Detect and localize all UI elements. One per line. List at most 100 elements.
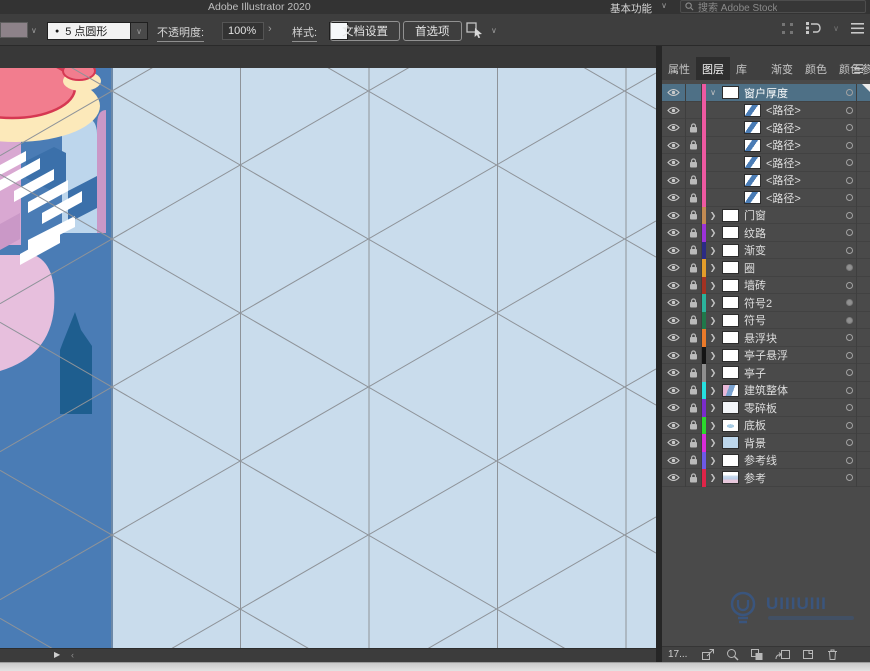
layer-row[interactable]: <路径> — [662, 172, 870, 190]
visibility-toggle[interactable] — [662, 382, 686, 400]
target-circle[interactable] — [846, 439, 853, 446]
layer-thumbnail[interactable] — [722, 209, 739, 222]
lock-toggle[interactable] — [686, 224, 702, 242]
layer-name[interactable]: 门窗 — [744, 207, 766, 223]
layer-thumbnail[interactable] — [722, 401, 739, 414]
visibility-toggle[interactable] — [662, 172, 686, 190]
expand-chevron[interactable]: ❯ — [706, 368, 720, 377]
brush-select-chevron[interactable]: ∨ — [131, 22, 148, 40]
preferences-button[interactable]: 首选项 — [403, 21, 462, 41]
layer-row[interactable]: ❯ 底板 — [662, 417, 870, 435]
layer-name[interactable]: 悬浮块 — [744, 330, 777, 346]
layer-name[interactable]: 亭子 — [744, 365, 766, 381]
lock-toggle[interactable] — [686, 84, 702, 102]
visibility-toggle[interactable] — [662, 294, 686, 312]
layer-name[interactable]: 窗户厚度 — [744, 85, 788, 101]
document-layout-icon[interactable] — [805, 22, 821, 34]
stock-search-field[interactable]: 搜索 Adobe Stock — [680, 0, 866, 13]
target-circle[interactable] — [846, 317, 853, 324]
layer-row[interactable]: ❯ 建筑整体 — [662, 382, 870, 400]
document-setup-button[interactable]: 文档设置 — [330, 21, 400, 41]
new-sublayer-icon[interactable] — [775, 648, 790, 661]
layer-thumbnail[interactable] — [722, 384, 739, 397]
lock-toggle[interactable] — [686, 102, 702, 120]
layer-name[interactable]: 符号 — [744, 312, 766, 328]
target-circle[interactable] — [846, 369, 853, 376]
layer-name[interactable]: <路径> — [766, 102, 801, 118]
opacity-label[interactable]: 不透明度: — [157, 24, 204, 42]
lock-toggle[interactable] — [686, 294, 702, 312]
layer-thumbnail[interactable] — [744, 191, 761, 204]
visibility-toggle[interactable] — [662, 312, 686, 330]
visibility-toggle[interactable] — [662, 207, 686, 225]
tab-properties[interactable]: 属性 — [662, 57, 696, 80]
layer-thumbnail[interactable] — [722, 261, 739, 274]
layer-name[interactable]: 渐变 — [744, 242, 766, 258]
layer-name[interactable]: <路径> — [766, 155, 801, 171]
layer-row[interactable]: ∨ 窗户厚度 — [662, 84, 870, 102]
lock-toggle[interactable] — [686, 417, 702, 435]
chevron-down-icon[interactable]: ∨ — [833, 24, 839, 33]
layer-thumbnail[interactable] — [722, 436, 739, 449]
visibility-toggle[interactable] — [662, 364, 686, 382]
target-circle[interactable] — [846, 212, 853, 219]
target-circle[interactable] — [846, 474, 853, 481]
expand-chevron[interactable]: ❯ — [706, 333, 720, 342]
layer-thumbnail[interactable] — [722, 349, 739, 362]
target-circle[interactable] — [846, 247, 853, 254]
layer-row[interactable]: ❯ 亭子 — [662, 364, 870, 382]
menu-icon[interactable] — [851, 23, 864, 34]
layer-thumbnail[interactable] — [722, 419, 739, 432]
lock-toggle[interactable] — [686, 259, 702, 277]
layer-thumbnail[interactable] — [744, 121, 761, 134]
lock-toggle[interactable] — [686, 154, 702, 172]
target-circle[interactable] — [846, 177, 853, 184]
opacity-input[interactable]: 100% — [222, 22, 264, 40]
lock-toggle[interactable] — [686, 329, 702, 347]
layer-thumbnail[interactable] — [722, 366, 739, 379]
tab-libraries[interactable]: 库 — [730, 57, 753, 80]
visibility-toggle[interactable] — [662, 469, 686, 487]
layer-row[interactable]: ❯ 纹路 — [662, 224, 870, 242]
visibility-toggle[interactable] — [662, 137, 686, 155]
layer-name[interactable]: 墙砖 — [744, 277, 766, 293]
layer-thumbnail[interactable] — [722, 86, 739, 99]
visibility-toggle[interactable] — [662, 434, 686, 452]
delete-layer-icon[interactable] — [826, 648, 839, 661]
lock-toggle[interactable] — [686, 119, 702, 137]
expand-chevron[interactable]: ❯ — [706, 298, 720, 307]
target-circle[interactable] — [846, 124, 853, 131]
layer-name[interactable]: 亭子悬浮 — [744, 347, 788, 363]
back-chevron-icon[interactable]: ‹ — [71, 650, 74, 660]
layer-row[interactable]: <路径> — [662, 119, 870, 137]
layer-row[interactable]: ❯ 墙砖 — [662, 277, 870, 295]
target-circle[interactable] — [846, 404, 853, 411]
target-circle[interactable] — [846, 457, 853, 464]
horizontal-scrollbar[interactable]: ▶ ‹ — [0, 648, 656, 662]
lock-toggle[interactable] — [686, 172, 702, 190]
target-circle[interactable] — [846, 159, 853, 166]
target-circle[interactable] — [846, 387, 853, 394]
visibility-toggle[interactable] — [662, 277, 686, 295]
layer-name[interactable]: 底板 — [744, 417, 766, 433]
target-circle[interactable] — [846, 229, 853, 236]
layer-row[interactable]: ❯ 圈 — [662, 259, 870, 277]
artboard-canvas[interactable] — [0, 68, 656, 648]
expand-chevron[interactable]: ❯ — [706, 351, 720, 360]
layer-thumbnail[interactable] — [722, 314, 739, 327]
opacity-stepper-chevron[interactable]: › — [268, 23, 272, 35]
selection-tool-options-icon[interactable] — [466, 22, 486, 38]
visibility-toggle[interactable] — [662, 242, 686, 260]
arrange-documents-icon[interactable] — [782, 23, 793, 34]
layer-thumbnail[interactable] — [722, 244, 739, 257]
layer-thumbnail[interactable] — [744, 139, 761, 152]
layer-name[interactable]: 圈 — [744, 260, 755, 276]
layer-thumbnail[interactable] — [722, 226, 739, 239]
visibility-toggle[interactable] — [662, 259, 686, 277]
target-circle[interactable] — [846, 264, 853, 271]
layer-name[interactable]: 零碎板 — [744, 400, 777, 416]
layer-row[interactable]: <路径> — [662, 189, 870, 207]
target-circle[interactable] — [846, 334, 853, 341]
layer-name[interactable]: <路径> — [766, 190, 801, 206]
visibility-toggle[interactable] — [662, 154, 686, 172]
